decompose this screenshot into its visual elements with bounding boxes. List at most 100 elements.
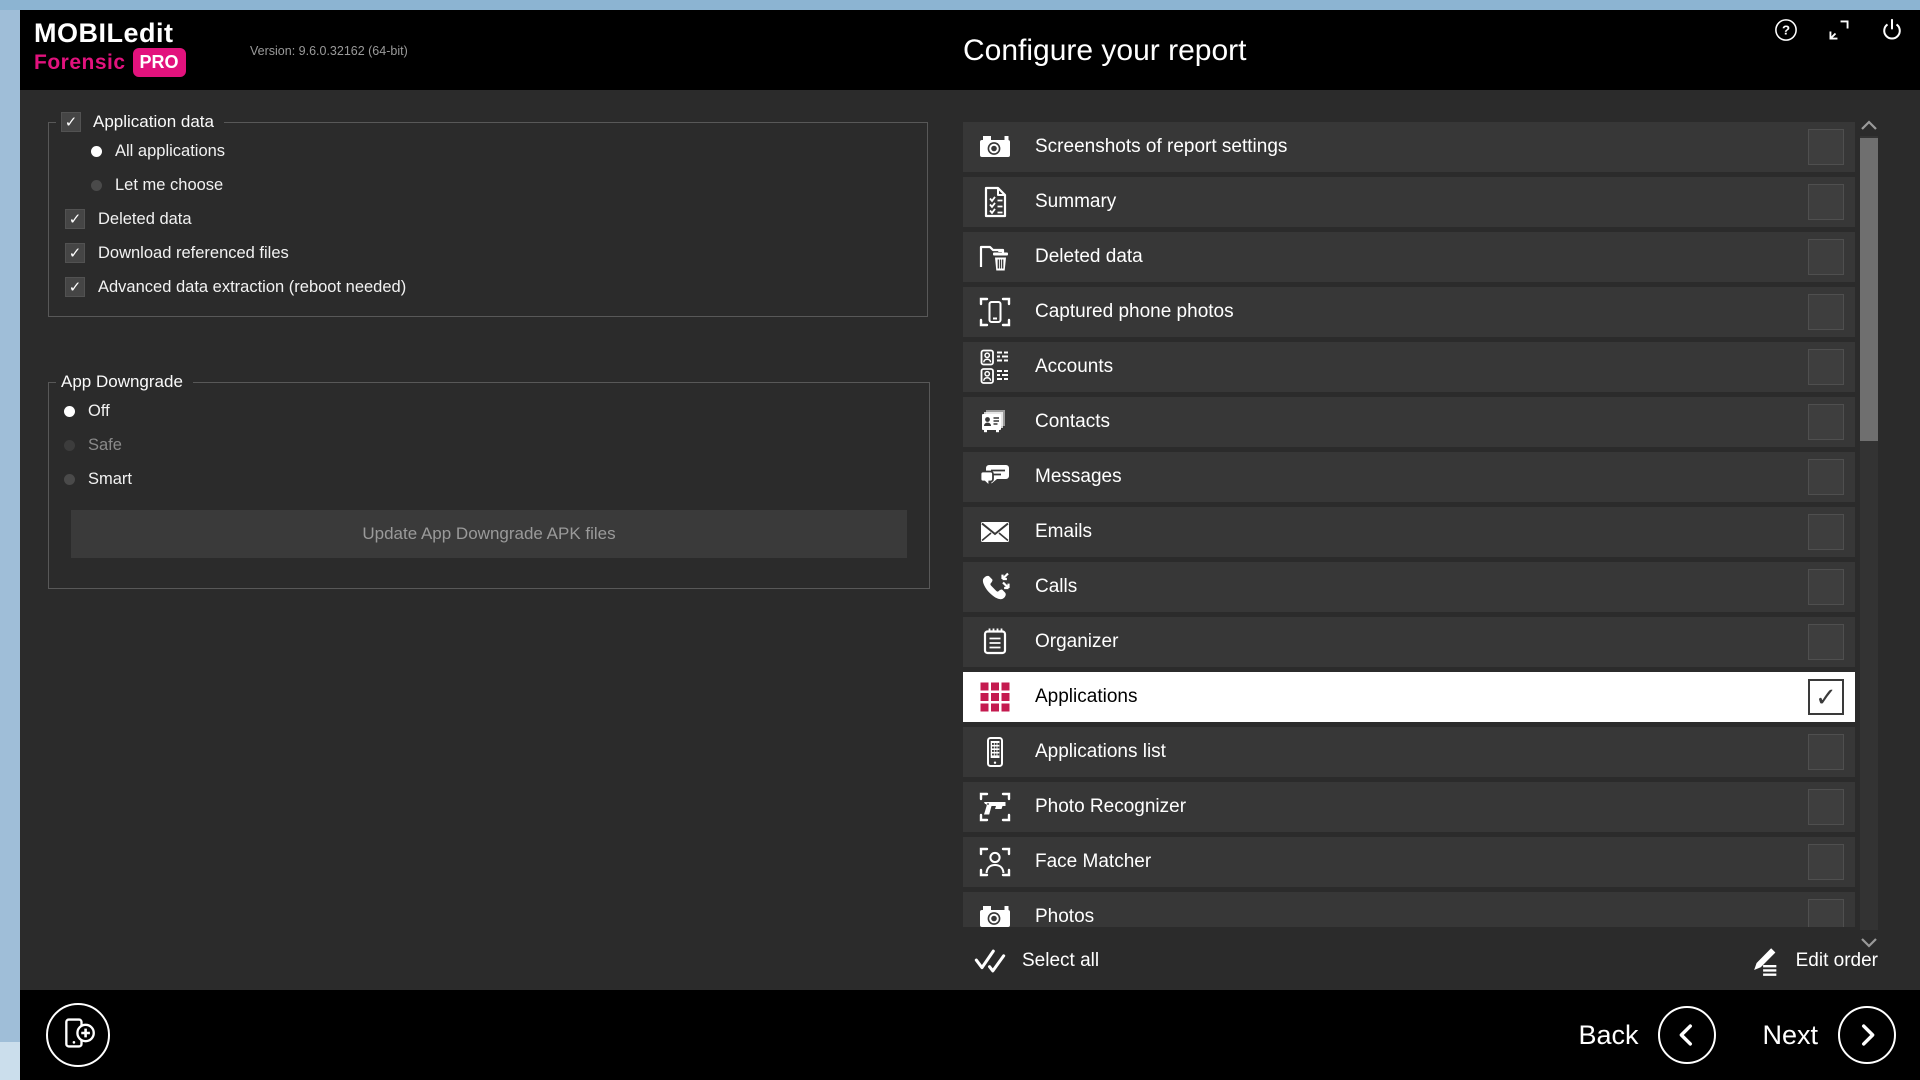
- checkbox-box[interactable]: [65, 277, 85, 297]
- checkbox-box[interactable]: [65, 243, 85, 263]
- app-window: MOBILedit Forensic PRO Version: 9.6.0.32…: [20, 10, 1920, 1080]
- report-row-checkbox[interactable]: [1808, 734, 1844, 770]
- radio-label: Safe: [88, 436, 122, 455]
- report-row-label: Applications list: [1035, 741, 1808, 763]
- report-row-checkbox[interactable]: [1808, 459, 1844, 495]
- report-row-accounts[interactable]: Accounts: [963, 342, 1855, 392]
- contacts-icon: [977, 404, 1013, 440]
- report-row-label: Photo Recognizer: [1035, 796, 1808, 818]
- report-row-emails[interactable]: Emails: [963, 507, 1855, 557]
- messages-icon: [977, 459, 1013, 495]
- report-row-checkbox[interactable]: [1808, 679, 1844, 715]
- report-row-checkbox[interactable]: [1808, 789, 1844, 825]
- next-button[interactable]: Next: [1762, 1006, 1896, 1064]
- scrollbar-thumb[interactable]: [1860, 138, 1878, 441]
- checkbox-advanced-data-extraction-reboot-needed[interactable]: Advanced data extraction (reboot needed): [49, 270, 927, 304]
- version-text: Version: 9.6.0.32162 (64-bit): [250, 44, 408, 58]
- radio-smart[interactable]: Smart: [49, 462, 929, 496]
- report-row-checkbox[interactable]: [1808, 899, 1844, 927]
- radio-dot: [91, 180, 102, 191]
- application-data-checkbox[interactable]: [61, 112, 81, 132]
- accounts-icon: [977, 349, 1013, 385]
- report-row-label: Photos: [1035, 906, 1808, 927]
- report-row-organizer[interactable]: Organizer: [963, 617, 1855, 667]
- report-row-checkbox[interactable]: [1808, 184, 1844, 220]
- report-row-checkbox[interactable]: [1808, 404, 1844, 440]
- desktop-edge-left: [0, 10, 20, 1042]
- report-row-checkbox[interactable]: [1808, 349, 1844, 385]
- radio-off[interactable]: Off: [49, 394, 929, 428]
- page-title: Configure your report: [963, 34, 1246, 68]
- main-content: Application data All applications Let me…: [20, 90, 1920, 990]
- report-row-checkbox[interactable]: [1808, 844, 1844, 880]
- report-row-label: Accounts: [1035, 356, 1808, 378]
- report-row-label: Screenshots of report settings: [1035, 136, 1808, 158]
- radio-safe[interactable]: Safe: [49, 428, 929, 462]
- report-row-label: Organizer: [1035, 631, 1808, 653]
- chevron-right-icon[interactable]: [1838, 1006, 1896, 1064]
- checkbox-deleted-data[interactable]: Deleted data: [49, 202, 927, 236]
- report-row-screenshots-of-report-settings[interactable]: Screenshots of report settings: [963, 122, 1855, 172]
- report-row-deleted-data[interactable]: Deleted data: [963, 232, 1855, 282]
- logo-forensic: Forensic: [34, 50, 126, 76]
- app-downgrade-label: App Downgrade: [61, 372, 183, 392]
- chevron-left-icon[interactable]: [1658, 1006, 1716, 1064]
- wizard-nav: Back Next: [1578, 990, 1896, 1080]
- report-row-checkbox[interactable]: [1808, 294, 1844, 330]
- application-data-checkboxes: Deleted data Download referenced files A…: [49, 202, 927, 304]
- report-row-label: Captured phone photos: [1035, 301, 1808, 323]
- restore-window-icon[interactable]: [1825, 16, 1853, 44]
- screen: MOBILedit Forensic PRO Version: 9.6.0.32…: [0, 0, 1920, 1080]
- radio-let-me-choose[interactable]: Let me choose: [49, 168, 927, 202]
- add-phone-button[interactable]: [46, 1003, 110, 1067]
- report-row-label: Contacts: [1035, 411, 1808, 433]
- report-row-photos[interactable]: Photos: [963, 892, 1855, 927]
- checkbox-box[interactable]: [65, 209, 85, 229]
- report-row-summary[interactable]: Summary: [963, 177, 1855, 227]
- report-row-applications[interactable]: Applications: [963, 672, 1855, 722]
- next-label: Next: [1762, 1020, 1818, 1051]
- report-row-label: Deleted data: [1035, 246, 1808, 268]
- edit-order-button[interactable]: Edit order: [1748, 944, 1878, 978]
- radio-dot: [64, 406, 75, 417]
- scroll-up-button[interactable]: [1860, 118, 1878, 132]
- report-row-photo-recognizer[interactable]: Photo Recognizer: [963, 782, 1855, 832]
- applications-grid-icon: [977, 679, 1013, 715]
- face-matcher-icon: [977, 844, 1013, 880]
- report-row-applications-list[interactable]: Applications list: [963, 727, 1855, 777]
- checkbox-label: Download referenced files: [98, 244, 289, 263]
- back-button[interactable]: Back: [1578, 1006, 1716, 1064]
- report-row-captured-phone-photos[interactable]: Captured phone photos: [963, 287, 1855, 337]
- report-row-checkbox[interactable]: [1808, 239, 1844, 275]
- checkbox-download-referenced-files[interactable]: Download referenced files: [49, 236, 927, 270]
- logo-mobiledit: MOBILedit: [34, 18, 186, 48]
- power-icon[interactable]: [1878, 16, 1906, 44]
- report-row-face-matcher[interactable]: Face Matcher: [963, 837, 1855, 887]
- report-row-contacts[interactable]: Contacts: [963, 397, 1855, 447]
- title-bar: MOBILedit Forensic PRO Version: 9.6.0.32…: [20, 10, 1920, 90]
- radio-label: Off: [88, 402, 110, 421]
- emails-icon: [977, 514, 1013, 550]
- report-row-checkbox[interactable]: [1808, 569, 1844, 605]
- radio-label: Let me choose: [115, 176, 223, 195]
- applications-list-icon: [977, 734, 1013, 770]
- report-row-calls[interactable]: Calls: [963, 562, 1855, 612]
- report-row-checkbox[interactable]: [1808, 514, 1844, 550]
- select-all-label: Select all: [1022, 950, 1099, 972]
- radio-label: Smart: [88, 470, 132, 489]
- list-scrollbar[interactable]: [1860, 118, 1878, 950]
- help-icon[interactable]: ?: [1772, 16, 1800, 44]
- logo-pro-badge: PRO: [133, 48, 186, 77]
- update-apk-button[interactable]: Update App Downgrade APK files: [71, 510, 907, 558]
- select-all-button[interactable]: Select all: [973, 944, 1099, 978]
- radio-dot: [64, 474, 75, 485]
- report-row-checkbox[interactable]: [1808, 129, 1844, 165]
- radio-all-applications[interactable]: All applications: [49, 134, 927, 168]
- app-logo: MOBILedit Forensic PRO: [34, 18, 186, 77]
- report-row-messages[interactable]: Messages: [963, 452, 1855, 502]
- report-row-label: Applications: [1035, 686, 1808, 708]
- scrollbar-track[interactable]: [1860, 136, 1878, 930]
- report-row-checkbox[interactable]: [1808, 624, 1844, 660]
- svg-text:?: ?: [1782, 23, 1790, 38]
- bottom-bar: Back Next: [20, 990, 1920, 1080]
